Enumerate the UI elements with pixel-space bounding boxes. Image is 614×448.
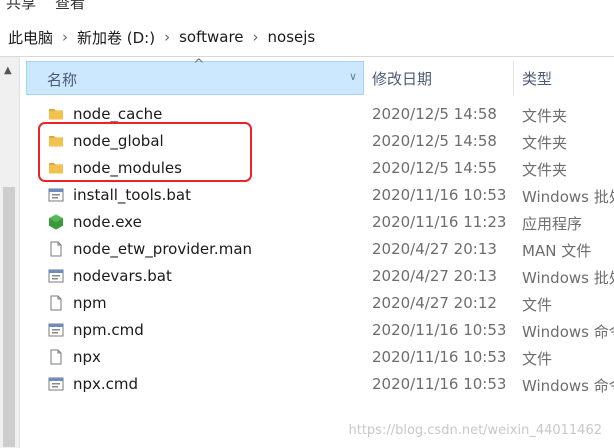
file-type: Windows 批处	[522, 188, 614, 206]
ribbon-strip: 共享 查看	[0, 0, 614, 16]
batch-file-icon	[48, 376, 64, 392]
file-row[interactable]: npm.cmd 2020/11/16 10:53 Windows 命令	[26, 317, 614, 344]
node-exe-icon	[48, 214, 64, 230]
file-name: npx.cmd	[73, 375, 139, 393]
file-type: 文件	[522, 350, 553, 368]
file-modified-date: 2020/12/5 14:58	[372, 105, 497, 123]
column-header-name[interactable]: ^ 名称 ∨	[26, 57, 364, 95]
file-modified-date: 2020/11/16 11:23	[372, 213, 507, 231]
batch-file-icon	[48, 268, 64, 284]
file-modified-date: 2020/11/16 10:53	[372, 186, 507, 204]
file-name: node_global	[73, 132, 164, 150]
sort-ascending-icon: ^	[193, 57, 205, 73]
breadcrumb-nosejs[interactable]: nosejs	[268, 28, 316, 46]
batch-file-icon	[48, 187, 64, 203]
file-type: 文件夹	[522, 161, 568, 179]
file-type: 应用程序	[522, 215, 583, 233]
file-modified-date: 2020/4/27 20:12	[372, 294, 497, 312]
column-name-label: 名称	[47, 71, 78, 89]
document-icon	[48, 349, 64, 365]
column-header-type[interactable]: 类型	[522, 68, 552, 89]
address-bar[interactable]: 此电脑 › 新加卷 (D:) › software › nosejs	[0, 18, 614, 57]
file-type: 文件	[522, 296, 553, 314]
file-name: npx	[73, 348, 101, 366]
folder-icon	[48, 106, 64, 122]
file-type: 文件夹	[522, 107, 568, 125]
folder-icon	[48, 133, 64, 149]
file-modified-date: 2020/11/16 10:53	[372, 375, 507, 393]
file-modified-date: 2020/12/5 14:55	[372, 159, 497, 177]
file-row[interactable]: npm 2020/4/27 20:12 文件	[26, 290, 614, 317]
file-name: node.exe	[73, 213, 142, 231]
file-row[interactable]: node.exe 2020/11/16 11:23 应用程序	[26, 209, 614, 236]
file-type: Windows 批处	[522, 269, 614, 287]
scroll-up-icon[interactable]: ▲	[4, 65, 12, 76]
file-type: 文件夹	[522, 134, 568, 152]
file-row[interactable]: npx 2020/11/16 10:53 文件	[26, 344, 614, 371]
file-name: nodevars.bat	[73, 267, 172, 285]
file-row[interactable]: node_cache 2020/12/5 14:58 文件夹	[26, 101, 614, 128]
file-modified-date: 2020/4/27 20:13	[372, 267, 497, 285]
file-row[interactable]: node_global 2020/12/5 14:58 文件夹	[26, 128, 614, 155]
file-modified-date: 2020/12/5 14:58	[372, 132, 497, 150]
navigation-pane: ▲	[0, 57, 20, 448]
file-name: node_cache	[73, 105, 163, 123]
column-header: ^ 名称 ∨ 修改日期 类型	[26, 57, 614, 97]
file-name: npm	[73, 294, 107, 312]
watermark: https://blog.csdn.net/weixin_44011462	[348, 423, 602, 438]
breadcrumb-drive-d[interactable]: 新加卷 (D:)	[77, 27, 155, 48]
file-row[interactable]: npx.cmd 2020/11/16 10:53 Windows 命令	[26, 371, 614, 398]
breadcrumb-separator-icon[interactable]: ›	[164, 28, 170, 46]
file-row[interactable]: node_modules 2020/12/5 14:55 文件夹	[26, 155, 614, 182]
column-divider[interactable]	[513, 61, 514, 95]
breadcrumb-this-pc[interactable]: 此电脑	[8, 27, 53, 48]
file-modified-date: 2020/11/16 10:53	[372, 348, 507, 366]
file-row[interactable]: install_tools.bat 2020/11/16 10:53 Windows…	[26, 182, 614, 209]
file-type: MAN 文件	[522, 242, 592, 260]
column-header-date[interactable]: 修改日期	[372, 68, 432, 89]
ribbon-tab-view[interactable]: 查看	[55, 0, 85, 13]
file-modified-date: 2020/11/16 10:53	[372, 321, 507, 339]
file-row[interactable]: node_etw_provider.man 2020/4/27 20:13 MAN …	[26, 236, 614, 263]
nav-scrollbar-thumb[interactable]	[3, 187, 15, 447]
ribbon-tab-share[interactable]: 共享	[6, 0, 36, 13]
folder-icon	[48, 160, 64, 176]
file-modified-date: 2020/4/27 20:13	[372, 240, 497, 258]
document-icon	[48, 295, 64, 311]
breadcrumb-separator-icon[interactable]: ›	[253, 28, 259, 46]
chevron-down-icon[interactable]: ∨	[349, 70, 357, 83]
file-name: npm.cmd	[73, 321, 144, 339]
file-row[interactable]: nodevars.bat 2020/4/27 20:13 Windows 批处	[26, 263, 614, 290]
file-name: node_etw_provider.man	[73, 240, 253, 258]
document-icon	[48, 241, 64, 257]
batch-file-icon	[48, 322, 64, 338]
file-name: node_modules	[73, 159, 182, 177]
breadcrumb-separator-icon[interactable]: ›	[62, 28, 68, 46]
breadcrumb-software[interactable]: software	[179, 28, 243, 46]
file-list: node_cache 2020/12/5 14:58 文件夹 node_global 2…	[26, 101, 614, 398]
file-name: install_tools.bat	[73, 186, 191, 204]
file-type: Windows 命令	[522, 377, 614, 395]
file-type: Windows 命令	[522, 323, 614, 341]
